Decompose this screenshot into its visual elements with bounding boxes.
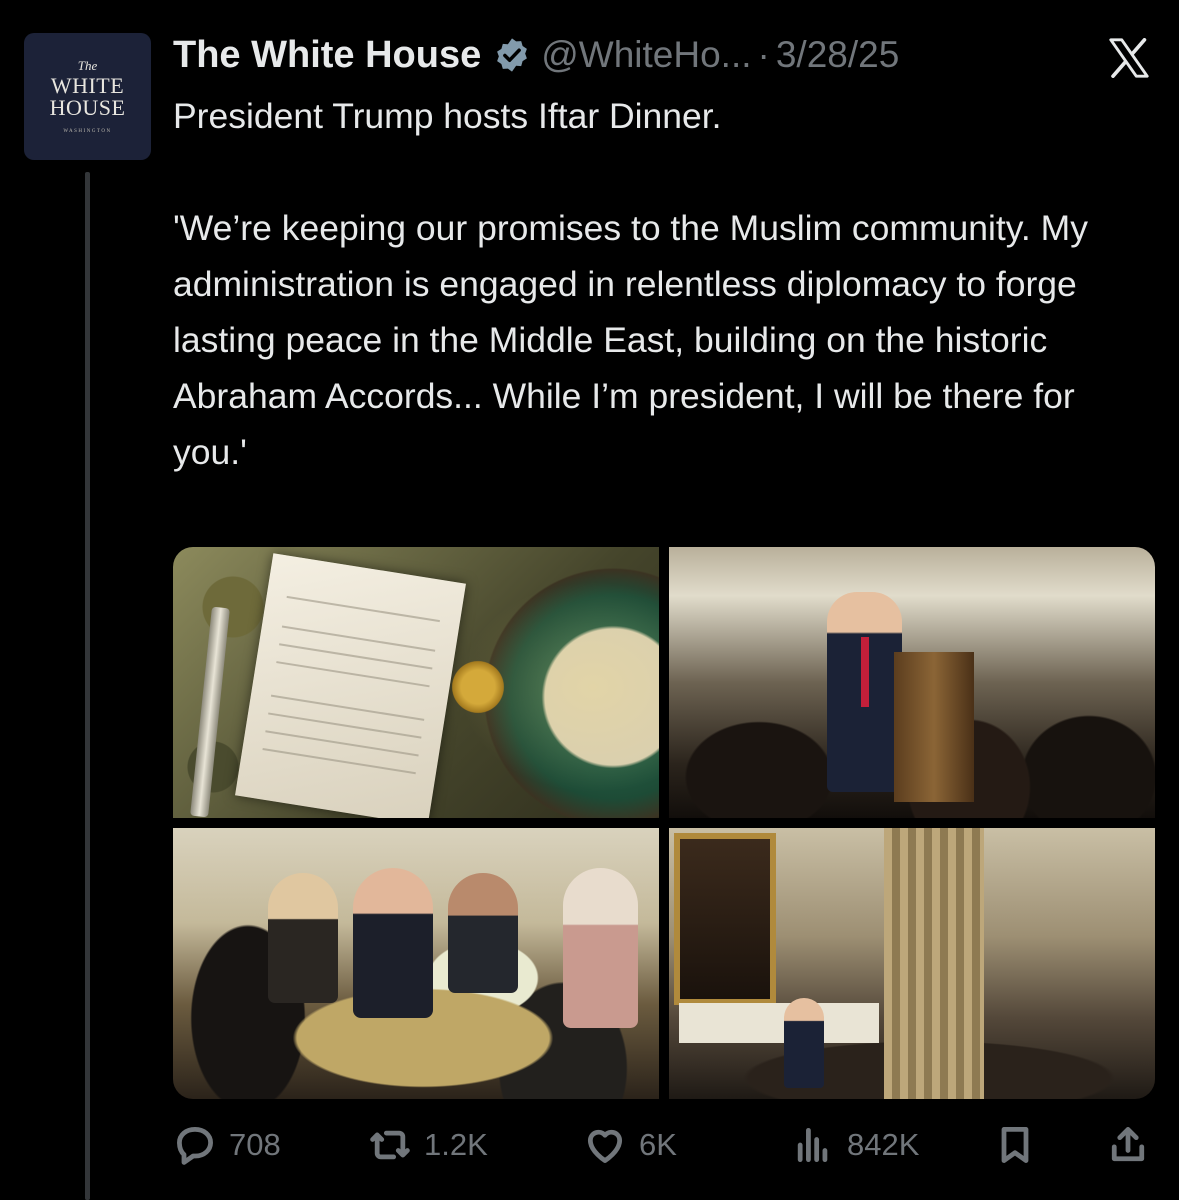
reply-button[interactable]: 708 (173, 1122, 281, 1168)
photo-speaker-podium[interactable] (669, 547, 1155, 818)
author-handle[interactable]: @WhiteHo... (541, 34, 751, 76)
photo-menu-card[interactable] (173, 547, 659, 818)
tweet-text-quote: 'We’re keeping our promises to the Musli… (173, 208, 1088, 472)
guest-shape (268, 873, 338, 1003)
analytics-icon (797, 1127, 828, 1163)
thread-line (85, 172, 90, 1200)
tie-shape (861, 637, 869, 707)
x-logo-icon (1109, 38, 1149, 78)
views-count: 842K (847, 1127, 920, 1162)
bookmark-button[interactable] (993, 1122, 1037, 1168)
separator-dot: · (757, 34, 770, 75)
author-name[interactable]: The White House (173, 34, 481, 77)
repost-icon (370, 1130, 410, 1160)
tweet-header: The White House @WhiteHo... · 3/28/25 (173, 30, 1099, 80)
tweet-text-line: President Trump hosts Iftar Dinner. (173, 96, 722, 136)
guest-shape (353, 868, 433, 1018)
share-icon (1111, 1127, 1145, 1162)
bookmark-icon (1001, 1127, 1029, 1163)
photo-state-dining-room[interactable] (669, 828, 1155, 1099)
avatar-text-white: WHITE (50, 73, 125, 98)
guest-shape (563, 868, 638, 1028)
tweet-text: President Trump hosts Iftar Dinner. 'We’… (173, 88, 1133, 480)
heart-icon (587, 1129, 623, 1163)
media-grid (173, 547, 1155, 1099)
presidential-seal-shape (448, 657, 508, 717)
drapes-shape (884, 828, 984, 1099)
podium-shape (894, 652, 974, 802)
like-button[interactable]: 6K (583, 1122, 677, 1168)
mantel-shape (679, 1003, 879, 1043)
verified-badge-icon (497, 38, 528, 72)
menu-card-shape (235, 553, 466, 818)
reply-icon (177, 1127, 213, 1165)
action-bar: 708 1.2K 6K 842K (173, 1122, 1153, 1168)
avatar-text-house: HOUSE (49, 95, 126, 120)
views-button[interactable]: 842K (791, 1122, 919, 1168)
avatar-text-washington: WASHINGTON (63, 129, 112, 134)
speaker-shape (784, 998, 824, 1088)
repost-count: 1.2K (424, 1127, 488, 1162)
avatar-text-the: The (77, 58, 98, 73)
guest-shape (448, 873, 518, 993)
share-button[interactable] (1106, 1122, 1150, 1168)
avatar[interactable]: The WHITE HOUSE WASHINGTON (24, 33, 151, 160)
reply-count: 708 (229, 1127, 281, 1162)
tweet-date[interactable]: 3/28/25 (776, 34, 899, 76)
repost-button[interactable]: 1.2K (368, 1122, 488, 1168)
portrait-shape (674, 833, 776, 1005)
like-count: 6K (639, 1127, 677, 1162)
photo-dinner-table[interactable] (173, 828, 659, 1099)
fork-shape (190, 606, 230, 818)
